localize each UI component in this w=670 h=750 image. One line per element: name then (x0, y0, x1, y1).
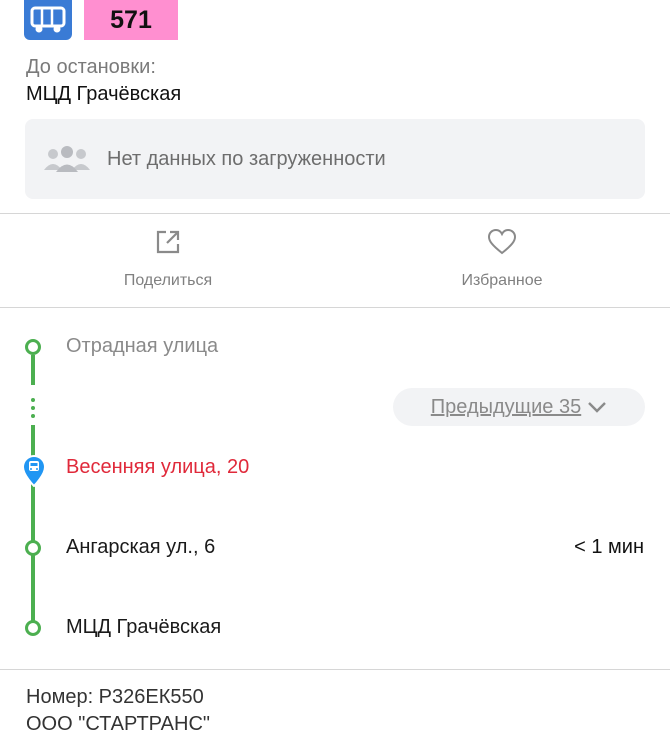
favorite-label: Избранное (461, 272, 543, 289)
vehicle-plate: Номер: Р326ЕК550 (26, 686, 204, 708)
heart-icon (487, 228, 517, 255)
divider (0, 307, 670, 308)
stop-marker (25, 339, 41, 355)
route-line (31, 355, 35, 385)
stop-marker (25, 540, 41, 556)
destination-label: До остановки: (26, 56, 156, 78)
stop-marker (25, 620, 41, 636)
route-line-dot (31, 398, 35, 402)
people-icon (44, 146, 90, 172)
favorite-button[interactable]: Избранное (402, 228, 602, 290)
route-header: 571 (24, 0, 178, 40)
bus-pin-icon (21, 455, 47, 487)
vehicle-operator: ООО "СТАРТРАНС" (26, 713, 210, 735)
route-line-dot (31, 414, 35, 418)
load-info-card: Нет данных по загруженности (25, 119, 645, 199)
load-status-text: Нет данных по загруженности (107, 147, 386, 170)
share-label: Поделиться (123, 272, 213, 289)
destination-value: МЦД Грачёвская (26, 83, 182, 105)
divider (0, 213, 670, 214)
share-button[interactable]: Поделиться (68, 228, 268, 290)
route-number-badge: 571 (84, 0, 178, 40)
stop-current[interactable]: Весенняя улица, 20 (66, 456, 249, 479)
stop-next-eta: < 1 мин (574, 536, 644, 558)
previous-stops-toggle[interactable]: Предыдущие 35 (393, 388, 645, 426)
previous-stops-label: Предыдущие 35 (430, 395, 582, 418)
bus-icon (24, 0, 72, 40)
divider (0, 669, 670, 670)
stop-next[interactable]: Ангарская ул., 6 (66, 536, 215, 559)
stop-last[interactable]: МЦД Грачёвская (66, 616, 221, 639)
route-line-dot (31, 406, 35, 410)
share-icon (156, 230, 180, 254)
chevron-down-icon (588, 402, 607, 413)
stop-first[interactable]: Отрадная улица (66, 335, 218, 358)
